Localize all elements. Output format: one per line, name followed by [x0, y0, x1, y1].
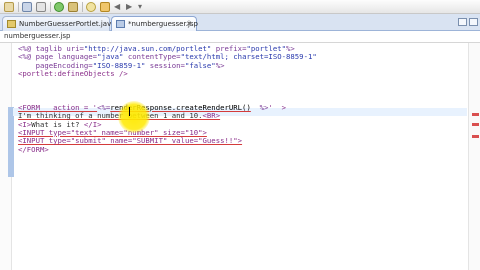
- run-icon[interactable]: [54, 2, 64, 12]
- code-line[interactable]: [18, 87, 317, 95]
- print-icon[interactable]: [36, 2, 46, 12]
- tab-label: NumberGuesserPortlet.java: [19, 20, 116, 28]
- code-token: <BR>: [202, 111, 221, 121]
- code-token: ' >: [268, 102, 287, 112]
- code-area[interactable]: <%@ taglib uri="http://java.sun.com/port…: [18, 44, 317, 154]
- code-token: session=: [145, 60, 185, 70]
- toolbar-separator: [18, 2, 19, 12]
- fold-marker[interactable]: [8, 107, 14, 177]
- code-token: <portlet:defineObjects />: [18, 69, 128, 79]
- text-caret: [129, 107, 130, 116]
- jsp-file-icon: [116, 20, 125, 28]
- breadcrumb[interactable]: numberguesser.jsp: [0, 31, 480, 43]
- tab-numberguesser-jsp[interactable]: *numberguesser.jsp ✕: [111, 16, 198, 31]
- annotation-icon[interactable]: [100, 2, 110, 12]
- overview-ruler: [468, 43, 480, 270]
- code-token: %>: [215, 60, 225, 70]
- minimize-icon[interactable]: [458, 18, 467, 26]
- code-token: </FORM>: [18, 144, 49, 154]
- toolbar-separator: [50, 2, 51, 12]
- save-icon[interactable]: [22, 2, 32, 12]
- editor-tab-bar: NumberGuesserPortlet.java *numberguesser…: [0, 14, 480, 31]
- code-line[interactable]: <INPUT type="submit" name="SUBMIT" value…: [18, 137, 317, 145]
- warning-marker[interactable]: [472, 123, 479, 126]
- code-editor[interactable]: <%@ taglib uri="http://java.sun.com/port…: [0, 43, 480, 270]
- warning-marker[interactable]: [472, 113, 479, 116]
- code-line[interactable]: <portlet:defineObjects />: [18, 69, 317, 79]
- mouse-cursor-highlight: [118, 101, 150, 133]
- new-file-icon[interactable]: [4, 2, 14, 12]
- java-file-icon: [7, 20, 16, 28]
- search-icon[interactable]: [86, 2, 96, 12]
- tab-numberguesserportlet-java[interactable]: NumberGuesserPortlet.java: [2, 16, 116, 31]
- debug-icon[interactable]: [68, 2, 78, 12]
- toolbar: ◀ ▶ ▾: [0, 0, 480, 14]
- forward-arrow-icon[interactable]: ▶: [126, 2, 132, 12]
- code-token: %>: [250, 102, 269, 112]
- code-token: "false": [184, 60, 216, 70]
- toolbar-separator: [82, 2, 83, 12]
- code-line[interactable]: [18, 79, 317, 87]
- maximize-icon[interactable]: [469, 18, 478, 26]
- close-icon[interactable]: ✕: [186, 17, 192, 31]
- warning-marker[interactable]: [472, 135, 479, 138]
- code-token: <INPUT type="submit" name="SUBMIT" value…: [18, 136, 243, 146]
- back-arrow-icon[interactable]: ◀: [114, 2, 120, 12]
- code-line[interactable]: </FORM>: [18, 144, 317, 154]
- history-dropdown-icon[interactable]: ▾: [138, 2, 142, 12]
